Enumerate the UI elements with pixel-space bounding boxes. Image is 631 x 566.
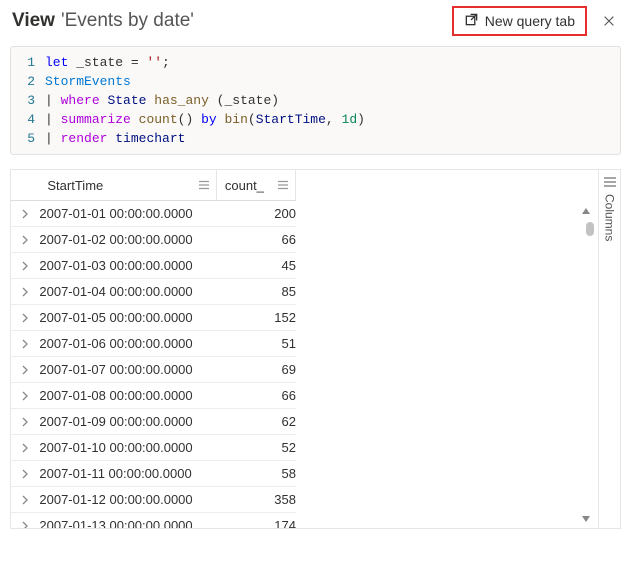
expand-row-icon[interactable] [11, 383, 39, 408]
code-content: | render timechart [45, 129, 185, 148]
cell-starttime: 2007-01-08 00:00:00.0000 [39, 383, 216, 409]
line-number: 5 [11, 129, 45, 148]
results-table: StartTime count_ [11, 170, 296, 528]
cell-count: 358 [217, 487, 296, 513]
table-row[interactable]: 2007-01-11 00:00:00.000058 [11, 461, 296, 487]
expand-row-icon[interactable] [11, 227, 39, 252]
results-panel: StartTime count_ [10, 169, 621, 529]
code-line: 3| where State has_any (_state) [11, 91, 620, 110]
expand-row-icon[interactable] [11, 305, 39, 330]
panel-header: View 'Events by date' New query tab [0, 0, 631, 46]
table-row[interactable]: 2007-01-13 00:00:00.0000174 [11, 513, 296, 529]
code-content: | summarize count() by bin(StartTime, 1d… [45, 110, 365, 129]
line-number: 3 [11, 91, 45, 110]
expand-row-icon[interactable] [11, 253, 39, 278]
cell-count: 85 [217, 279, 296, 305]
expand-row-icon[interactable] [11, 461, 39, 486]
column-header-label: count_ [225, 178, 264, 193]
cell-starttime: 2007-01-10 00:00:00.0000 [39, 435, 216, 461]
cell-count: 45 [217, 253, 296, 279]
table-row[interactable]: 2007-01-08 00:00:00.000066 [11, 383, 296, 409]
cell-starttime: 2007-01-13 00:00:00.0000 [39, 513, 216, 529]
new-query-tab-label: New query tab [485, 13, 575, 29]
table-row[interactable]: 2007-01-04 00:00:00.000085 [11, 279, 296, 305]
column-menu-icon[interactable] [198, 179, 210, 191]
cell-starttime: 2007-01-11 00:00:00.0000 [39, 461, 216, 487]
expand-row-icon[interactable] [11, 357, 39, 382]
table-row[interactable]: 2007-01-01 00:00:00.0000200 [11, 201, 296, 227]
column-header-label: StartTime [47, 178, 103, 193]
cell-count: 152 [217, 305, 296, 331]
cell-count: 200 [217, 201, 296, 227]
cell-count: 66 [217, 227, 296, 253]
open-external-icon [464, 12, 479, 30]
column-menu-icon[interactable] [277, 179, 289, 191]
expand-row-icon[interactable] [11, 513, 39, 528]
code-content: let _state = ''; [45, 53, 170, 72]
table-row[interactable]: 2007-01-10 00:00:00.000052 [11, 435, 296, 461]
cell-starttime: 2007-01-12 00:00:00.0000 [39, 487, 216, 513]
cell-starttime: 2007-01-09 00:00:00.0000 [39, 409, 216, 435]
scrollbar-thumb[interactable] [586, 222, 594, 236]
cell-starttime: 2007-01-01 00:00:00.0000 [39, 201, 216, 227]
code-content: | where State has_any (_state) [45, 91, 279, 110]
columns-side-label: Columns [603, 194, 617, 241]
table-row[interactable]: 2007-01-06 00:00:00.000051 [11, 331, 296, 357]
cell-count: 69 [217, 357, 296, 383]
table-row[interactable]: 2007-01-02 00:00:00.000066 [11, 227, 296, 253]
scroll-down-icon[interactable] [580, 514, 592, 524]
line-number: 2 [11, 72, 45, 91]
line-number: 1 [11, 53, 45, 72]
cell-starttime: 2007-01-07 00:00:00.0000 [39, 357, 216, 383]
columns-side-tab[interactable]: Columns [598, 170, 620, 528]
columns-icon [603, 176, 617, 188]
expand-row-icon[interactable] [11, 201, 39, 226]
expand-row-icon[interactable] [11, 279, 39, 304]
column-header-starttime[interactable]: StartTime [39, 170, 216, 201]
scroll-up-icon[interactable] [580, 206, 592, 216]
cell-starttime: 2007-01-05 00:00:00.0000 [39, 305, 216, 331]
results-table-wrap[interactable]: StartTime count_ [11, 170, 598, 528]
table-row[interactable]: 2007-01-05 00:00:00.0000152 [11, 305, 296, 331]
cell-starttime: 2007-01-06 00:00:00.0000 [39, 331, 216, 357]
expand-row-icon[interactable] [11, 487, 39, 512]
cell-count: 66 [217, 383, 296, 409]
expand-row-icon[interactable] [11, 331, 39, 356]
code-line: 2StormEvents [11, 72, 620, 91]
table-row[interactable]: 2007-01-12 00:00:00.0000358 [11, 487, 296, 513]
code-line: 1let _state = ''; [11, 53, 620, 72]
code-content: StormEvents [45, 72, 131, 91]
view-name: 'Events by date' [61, 10, 194, 32]
expand-column-header [11, 170, 39, 201]
column-header-count[interactable]: count_ [217, 170, 296, 201]
cell-count: 52 [217, 435, 296, 461]
expand-row-icon[interactable] [11, 435, 39, 460]
cell-count: 58 [217, 461, 296, 487]
new-query-tab-button[interactable]: New query tab [452, 6, 587, 36]
table-row[interactable]: 2007-01-09 00:00:00.000062 [11, 409, 296, 435]
cell-count: 62 [217, 409, 296, 435]
cell-count: 51 [217, 331, 296, 357]
cell-starttime: 2007-01-04 00:00:00.0000 [39, 279, 216, 305]
view-label: View [12, 10, 55, 32]
line-number: 4 [11, 110, 45, 129]
table-row[interactable]: 2007-01-03 00:00:00.000045 [11, 253, 296, 279]
code-line: 5| render timechart [11, 129, 620, 148]
expand-row-icon[interactable] [11, 409, 39, 434]
close-panel-button[interactable] [599, 11, 619, 31]
cell-count: 174 [217, 513, 296, 529]
table-row[interactable]: 2007-01-07 00:00:00.000069 [11, 357, 296, 383]
query-editor[interactable]: 1let _state = '';2StormEvents3| where St… [10, 46, 621, 155]
cell-starttime: 2007-01-02 00:00:00.0000 [39, 227, 216, 253]
cell-starttime: 2007-01-03 00:00:00.0000 [39, 253, 216, 279]
code-line: 4| summarize count() by bin(StartTime, 1… [11, 110, 620, 129]
